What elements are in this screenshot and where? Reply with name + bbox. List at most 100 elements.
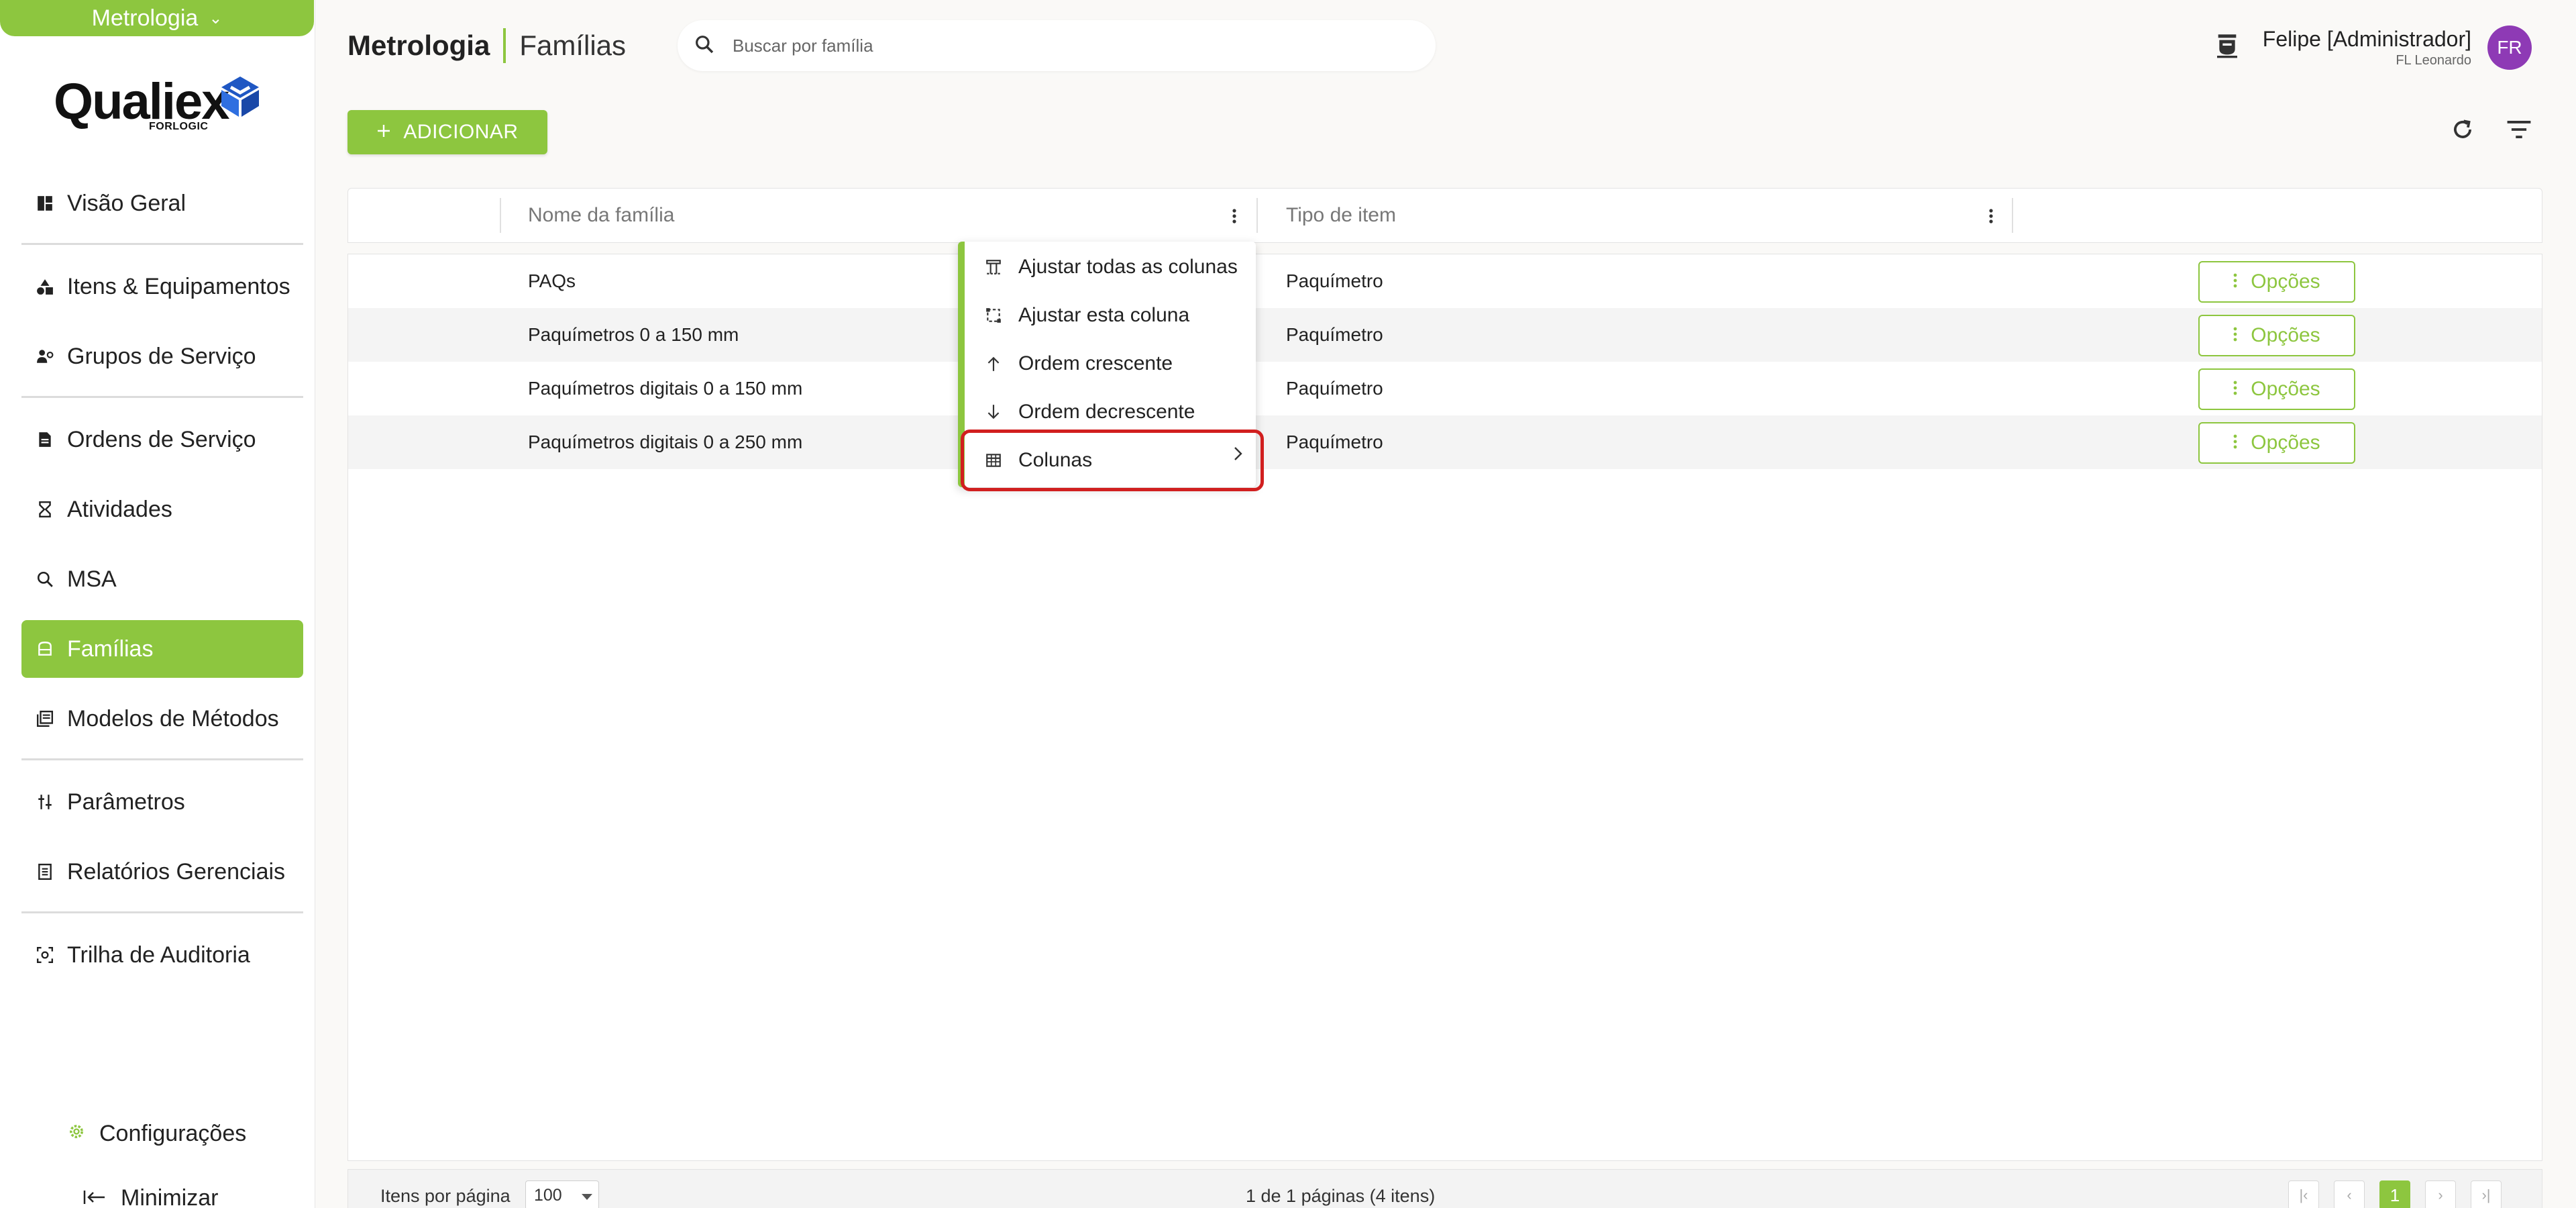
page-title-module: Metrologia xyxy=(347,30,490,61)
table-row[interactable]: Paquímetros 0 a 150 mm Paquímetro Opções xyxy=(348,308,2542,362)
gear-icon xyxy=(67,1121,86,1147)
search-bar[interactable] xyxy=(678,20,1436,71)
menu-item-sort-ascending[interactable]: Ordem crescente xyxy=(983,342,1173,385)
settings-link[interactable]: Configurações xyxy=(67,1121,246,1147)
plus-icon xyxy=(376,121,391,144)
column-separator xyxy=(2012,198,2013,233)
chevron-down-icon: ⌄ xyxy=(209,9,223,28)
user-info[interactable]: Felipe [Administrador] FL Leonardo xyxy=(2263,27,2471,68)
cell-family-name: PAQs xyxy=(528,270,576,291)
previous-page-button[interactable]: ‹ xyxy=(2334,1180,2365,1208)
highlight-box xyxy=(961,430,1264,491)
sidebar-item-grupos-servico[interactable]: Grupos de Serviço xyxy=(21,328,303,385)
filter-icon xyxy=(2506,119,2532,143)
minimize-sidebar-button[interactable]: Minimizar xyxy=(83,1185,218,1208)
sidebar-item-msa[interactable]: MSA xyxy=(21,550,303,608)
first-page-button[interactable]: |‹ xyxy=(2288,1180,2319,1208)
search-input[interactable] xyxy=(733,35,1336,56)
sidebar-item-itens-equipamentos[interactable]: Itens & Equipamentos xyxy=(21,258,303,315)
filter-button[interactable] xyxy=(2502,114,2536,148)
sidebar: Metrologia ⌄ Qualiex FORLOGIC Visão Gera… xyxy=(0,0,315,1208)
settings-label: Configurações xyxy=(99,1121,247,1146)
column-separator xyxy=(1256,198,1258,233)
hourglass-icon xyxy=(35,499,55,519)
page-number-button[interactable]: 1 xyxy=(2379,1180,2410,1208)
cell-family-name: Paquímetros 0 a 150 mm xyxy=(528,324,739,345)
options-label: Opções xyxy=(2251,378,2320,400)
logo-maker: FORLOGIC xyxy=(149,121,209,132)
sidebar-divider xyxy=(21,911,303,913)
module-switcher[interactable]: Metrologia ⌄ xyxy=(0,0,314,36)
sidebar-item-atividades[interactable]: Atividades xyxy=(21,481,303,538)
sidebar-item-parametros[interactable]: Parâmetros xyxy=(21,773,303,831)
caret-down-icon xyxy=(581,1186,593,1205)
refresh-button[interactable] xyxy=(2446,114,2479,148)
audit-icon xyxy=(35,945,55,965)
table-row[interactable]: PAQs Paquímetro Opções xyxy=(348,254,2542,308)
items-per-page-label: Itens por página xyxy=(380,1186,511,1206)
sidebar-item-label: Atividades xyxy=(67,496,172,522)
column-menu-nome-button[interactable] xyxy=(1224,206,1244,226)
add-button[interactable]: ADICIONAR xyxy=(347,110,547,154)
autosize-column-icon xyxy=(983,305,1004,325)
library-icon xyxy=(35,709,55,729)
menu-item-sort-descending[interactable]: Ordem decrescente xyxy=(983,391,1195,434)
options-label: Opções xyxy=(2251,270,2320,293)
people-gear-icon xyxy=(35,346,55,366)
module-switcher-label: Metrologia xyxy=(91,5,199,31)
sidebar-item-label: Trilha de Auditoria xyxy=(67,942,250,968)
row-options-button[interactable]: Opções xyxy=(2198,261,2355,303)
sidebar-item-trilha-auditoria[interactable]: Trilha de Auditoria xyxy=(21,926,303,984)
menu-item-autosize-column[interactable]: Ajustar esta coluna xyxy=(983,294,1189,337)
row-options-button[interactable]: Opções xyxy=(2198,315,2355,356)
last-page-button[interactable]: ›| xyxy=(2471,1180,2502,1208)
column-header-nome[interactable]: Nome da família xyxy=(528,189,674,242)
sidebar-item-label: Itens & Equipamentos xyxy=(67,273,290,299)
sidebar-item-modelos-metodos[interactable]: Modelos de Métodos xyxy=(21,690,303,748)
shapes-icon xyxy=(35,276,55,297)
sidebar-item-familias[interactable]: Famílias xyxy=(21,620,303,678)
arrow-up-icon xyxy=(983,354,1004,374)
sliders-icon xyxy=(35,792,55,812)
row-options-button[interactable]: Opções xyxy=(2198,422,2355,464)
sidebar-item-relatorios[interactable]: Relatórios Gerenciais xyxy=(21,843,303,901)
menu-item-autosize-all[interactable]: Ajustar todas as colunas xyxy=(983,246,1238,289)
avatar[interactable]: FR xyxy=(2487,26,2532,70)
sidebar-item-label: Parâmetros xyxy=(67,789,185,815)
user-organization: FL Leonardo xyxy=(2396,53,2471,68)
options-label: Opções xyxy=(2251,432,2320,454)
menu-item-label: Ordem decrescente xyxy=(1018,401,1195,423)
refresh-icon xyxy=(2450,117,2475,146)
column-header-tipo[interactable]: Tipo de item xyxy=(1286,189,1396,242)
collapse-left-icon xyxy=(83,1185,106,1208)
user-name: Felipe [Administrador] xyxy=(2262,27,2471,51)
search-icon xyxy=(694,34,715,58)
kebab-icon xyxy=(2233,432,2237,454)
kebab-icon xyxy=(2233,324,2237,347)
sidebar-divider xyxy=(21,758,303,760)
cell-item-type: Paquímetro xyxy=(1286,270,1383,291)
sidebar-item-label: Visão Geral xyxy=(67,190,186,216)
next-page-button[interactable]: › xyxy=(2425,1180,2456,1208)
cell-family-name: Paquímetros digitais 0 a 150 mm xyxy=(528,378,803,399)
row-options-button[interactable]: Opções xyxy=(2198,368,2355,410)
sidebar-item-visao-geral[interactable]: Visão Geral xyxy=(21,174,303,232)
column-menu-tipo-button[interactable] xyxy=(1981,206,2001,226)
sidebar-item-label: Famílias xyxy=(67,636,154,662)
report-icon xyxy=(35,862,55,882)
cell-item-type: Paquímetro xyxy=(1286,324,1383,345)
items-per-page-select[interactable]: 100 xyxy=(525,1180,599,1208)
family-icon xyxy=(35,639,55,659)
minimize-label: Minimizar xyxy=(121,1185,219,1208)
coffee-icon[interactable] xyxy=(2214,32,2241,62)
first-page-icon: |‹ xyxy=(2299,1187,2308,1203)
document-icon xyxy=(35,430,55,450)
sidebar-item-ordens-servico[interactable]: Ordens de Serviço xyxy=(21,411,303,468)
table-row[interactable]: Paquímetros digitais 0 a 150 mm Paquímet… xyxy=(348,362,2542,415)
table-row[interactable]: Paquímetros digitais 0 a 250 mm Paquímet… xyxy=(348,415,2542,469)
magnifier-analysis-icon xyxy=(35,569,55,589)
sidebar-item-label: Modelos de Métodos xyxy=(67,705,279,732)
column-context-menu: Ajustar todas as colunas Ajustar esta co… xyxy=(958,242,1264,491)
add-button-label: ADICIONAR xyxy=(403,121,519,143)
menu-item-label: Ordem crescente xyxy=(1018,352,1173,374)
